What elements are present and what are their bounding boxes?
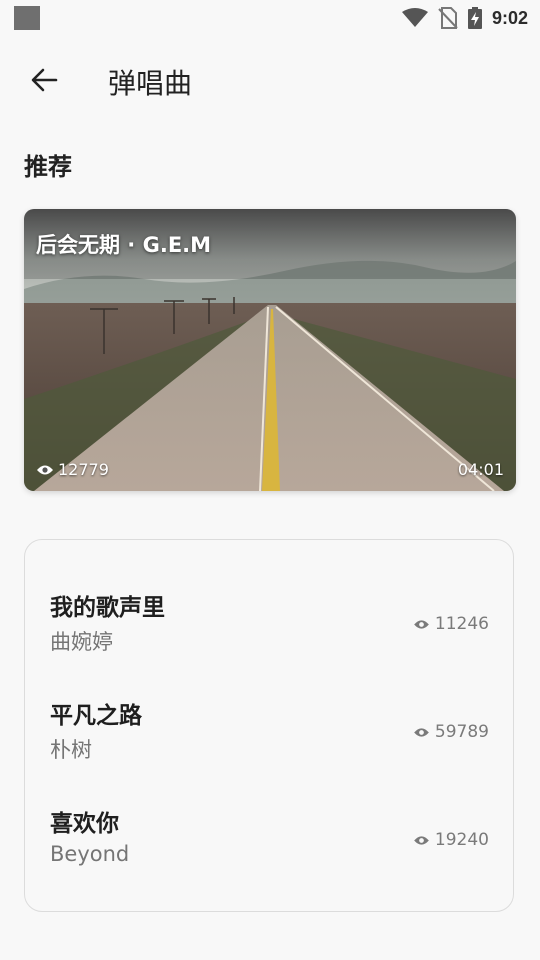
wifi-icon [401, 8, 428, 27]
featured-duration: 04:01 [457, 460, 504, 479]
status-time: 9:02 [491, 7, 528, 28]
eye-icon [414, 619, 429, 629]
page-title: 弹唱曲 [108, 67, 193, 100]
battery-charging-icon [467, 7, 482, 29]
featured-views-count: 12779 [58, 460, 109, 479]
featured-title: 后会无期 · G.E.M [36, 233, 212, 257]
song-list: 我的歌声里 曲婉婷 11246 平凡之路 朴树 59789 喜欢你 Beyond… [24, 539, 514, 912]
back-button[interactable] [22, 58, 66, 102]
song-title: 喜欢你 [50, 811, 119, 837]
featured-song-card[interactable]: 后会无期 · G.E.M 12779 04:01 [24, 209, 516, 491]
song-views-count: 11246 [434, 614, 489, 634]
list-item[interactable]: 我的歌声里 曲婉婷 11246 [25, 588, 513, 678]
song-artist: 曲婉婷 [50, 630, 113, 654]
arrow-left-icon [31, 68, 58, 92]
list-item[interactable]: 喜欢你 Beyond 19240 [25, 804, 513, 894]
song-views: 59789 [413, 722, 489, 742]
list-item[interactable]: 平凡之路 朴树 59789 [25, 696, 513, 786]
app-bar: 弹唱曲 [0, 48, 540, 112]
song-title: 平凡之路 [50, 703, 142, 729]
notification-icon [14, 6, 40, 30]
eye-icon [414, 727, 429, 737]
song-artist: 朴树 [50, 738, 92, 762]
eye-icon [37, 465, 53, 474]
featured-views: 12779 [36, 460, 109, 479]
status-icons: 9:02 [401, 6, 528, 30]
song-views-count: 59789 [434, 722, 489, 742]
song-views: 19240 [413, 830, 489, 850]
song-views-count: 19240 [434, 830, 489, 850]
song-title: 我的歌声里 [50, 595, 165, 621]
song-views: 11246 [413, 614, 489, 634]
no-sim-icon [438, 7, 458, 29]
eye-icon [414, 835, 429, 845]
song-artist: Beyond [50, 842, 130, 866]
section-title: 推荐 [24, 153, 72, 181]
status-bar: 9:02 [0, 0, 540, 36]
